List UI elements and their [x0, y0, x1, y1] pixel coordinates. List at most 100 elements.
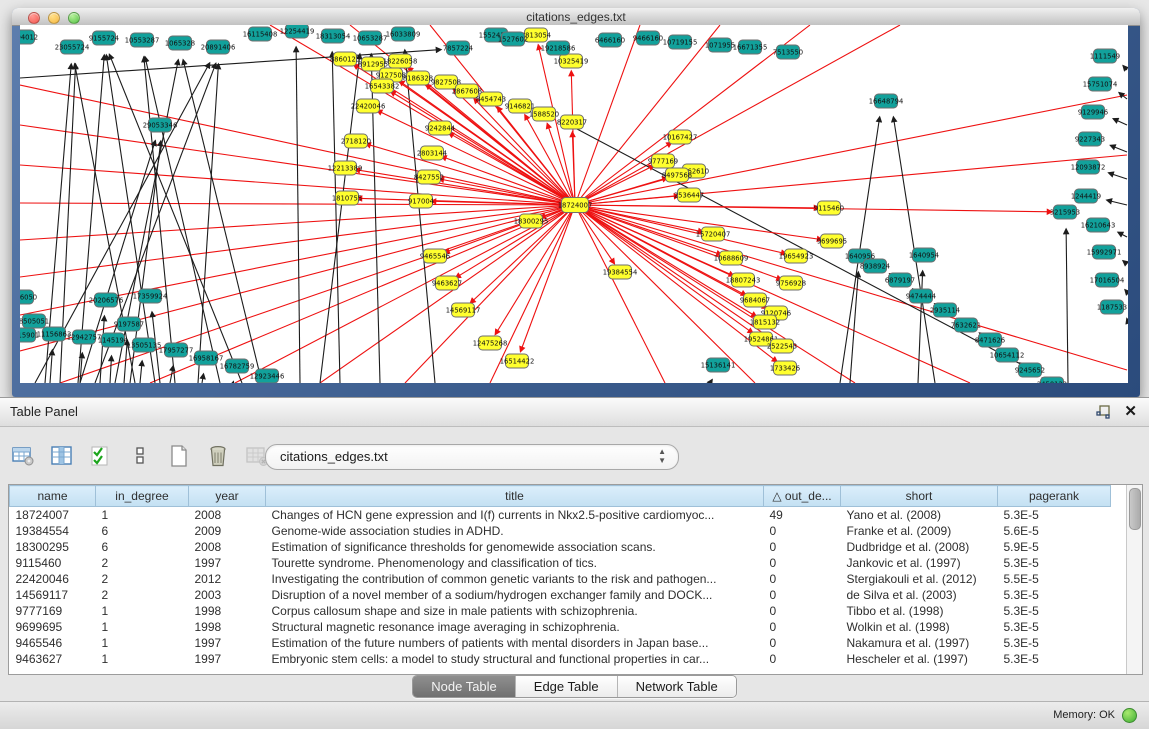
table-row[interactable]: 969969511998Structural magnetic resonanc…	[10, 619, 1111, 635]
network-node[interactable]: 8505051	[20, 314, 49, 328]
network-node[interactable]: 2522543	[767, 339, 797, 353]
network-node[interactable]: 1065328	[165, 36, 195, 50]
network-node[interactable]: 16033809	[386, 27, 421, 41]
column-header-in_degree[interactable]: in_degree	[96, 486, 189, 507]
row-height-icon[interactable]	[127, 443, 153, 469]
network-node[interactable]: 917004	[408, 194, 434, 208]
network-node[interactable]: 15720407	[696, 227, 731, 241]
network-node[interactable]: 1111549	[1090, 49, 1120, 63]
network-node[interactable]: 12923446	[250, 369, 285, 383]
table-panel-header[interactable]: Table Panel ✕	[0, 398, 1149, 427]
network-node[interactable]: 8471626	[975, 333, 1005, 347]
network-node[interactable]: 16115408	[243, 27, 278, 41]
network-node[interactable]: 9777169	[648, 154, 678, 168]
network-node[interactable]: 1640954	[909, 248, 939, 262]
network-node[interactable]: 12475268	[473, 336, 508, 350]
network-node[interactable]: 10325419	[554, 54, 589, 68]
select-columns-icon[interactable]	[88, 443, 114, 469]
delete-icon[interactable]	[205, 443, 231, 469]
network-node[interactable]: 1527602	[498, 32, 528, 46]
show-column-icon[interactable]	[49, 443, 75, 469]
network-node[interactable]: 10553287	[125, 33, 160, 47]
network-node[interactable]: 8186328	[403, 71, 433, 85]
network-node[interactable]: 1145194	[98, 333, 128, 347]
column-header-title[interactable]: title	[266, 486, 764, 507]
network-node[interactable]: 15136141	[701, 358, 736, 372]
network-node[interactable]: 14569117	[446, 303, 481, 317]
network-node[interactable]: 9227343	[1075, 132, 1105, 146]
table-scrollbar[interactable]	[1126, 485, 1142, 674]
network-node[interactable]: 9245652	[1015, 363, 1045, 377]
node-table[interactable]: namein_degreeyeartitle△ out_de...shortpa…	[9, 485, 1111, 667]
network-node[interactable]: 6466160	[595, 33, 625, 47]
network-graph[interactable]: 8860123891295518226058912750881863281654…	[20, 25, 1128, 383]
network-node[interactable]: 9465546	[420, 249, 450, 263]
table-row[interactable]: 946554611997Estimation of the future num…	[10, 635, 1111, 651]
tab-network-table[interactable]: Network Table	[617, 676, 736, 697]
network-node[interactable]: 10167427	[663, 130, 698, 144]
network-node[interactable]: 9756928	[776, 276, 806, 290]
network-node[interactable]: 7513550	[773, 45, 803, 59]
network-node[interactable]: 16958167	[189, 351, 224, 365]
network-node[interactable]: 16671355	[733, 40, 768, 54]
network-node[interactable]: 2536447	[674, 188, 704, 202]
table-row[interactable]: 2242004622012Investigating the contribut…	[10, 571, 1111, 587]
network-node[interactable]: 10688609	[714, 251, 749, 265]
table-row[interactable]: 911546021997Tourette syndrome. Phenomeno…	[10, 555, 1111, 571]
network-node[interactable]: 3215953	[1050, 205, 1080, 219]
float-window-icon[interactable]	[1095, 404, 1111, 420]
network-node[interactable]: 1815132	[750, 315, 780, 329]
table-row[interactable]: 1456911722003Disruption of a novel membe…	[10, 587, 1111, 603]
network-node[interactable]: 8860123	[330, 52, 360, 66]
network-node[interactable]: 9155724	[89, 31, 119, 45]
scrollbar-thumb[interactable]	[1129, 488, 1141, 530]
network-node[interactable]: 15992971	[1087, 245, 1122, 259]
window-titlebar[interactable]: citations_edges.txt	[12, 8, 1140, 26]
network-node[interactable]: 18313054	[316, 29, 351, 43]
column-header-short[interactable]: short	[841, 486, 998, 507]
network-node[interactable]: 1187533	[1097, 300, 1127, 314]
network-node[interactable]: 1694012	[20, 30, 38, 44]
network-node[interactable]: 10719155	[663, 35, 698, 49]
network-node[interactable]: 8938924	[860, 259, 890, 273]
network-node[interactable]: 19384554	[603, 265, 638, 279]
table-mode-icon[interactable]	[10, 443, 36, 469]
network-node[interactable]: 9684067	[740, 293, 770, 307]
network-node[interactable]: 16210643	[1081, 218, 1116, 232]
table-selector-dropdown[interactable]: citations_edges.txt ▲▼	[265, 444, 679, 470]
network-node[interactable]: 16648794	[869, 94, 904, 108]
network-node[interactable]: 12093872	[1071, 160, 1106, 174]
tab-edge-table[interactable]: Edge Table	[515, 676, 617, 697]
tab-node-table[interactable]: Node Table	[413, 676, 515, 697]
column-header-out_degree[interactable]: △ out_de...	[764, 486, 841, 507]
network-node[interactable]: 2626050	[20, 290, 37, 304]
network-node[interactable]: 16782759	[220, 359, 255, 373]
network-node[interactable]: 20891406	[201, 40, 236, 54]
new-table-icon[interactable]	[166, 443, 192, 469]
network-node[interactable]: 8220317	[557, 115, 587, 129]
network-node[interactable]: 1071955	[705, 38, 735, 52]
close-panel-icon[interactable]: ✕	[1124, 402, 1137, 420]
network-node[interactable]: 2803144	[417, 146, 447, 160]
network-node[interactable]: 9463627	[432, 276, 462, 290]
network-node[interactable]: 22420046	[351, 99, 386, 113]
network-node[interactable]: 12254419	[280, 25, 315, 38]
network-node[interactable]: 16514422	[500, 354, 535, 368]
network-node[interactable]: 6879197	[885, 273, 915, 287]
network-node[interactable]: 19218586	[541, 41, 576, 55]
network-node[interactable]: 23055724	[55, 40, 90, 54]
network-node[interactable]: 7632621	[951, 318, 981, 332]
network-node[interactable]: 2450122	[1037, 377, 1067, 383]
network-node[interactable]: 9474444	[906, 289, 936, 303]
column-header-name[interactable]: name	[10, 486, 96, 507]
network-node[interactable]: 1244419	[1071, 189, 1101, 203]
table-row[interactable]: 1872400712008Changes of HCN gene express…	[10, 507, 1111, 524]
network-node[interactable]: 9699695	[817, 234, 847, 248]
network-node[interactable]: 15751074	[1083, 77, 1118, 91]
network-hub-node[interactable]: 18724007	[558, 198, 593, 213]
network-node[interactable]: 12213389	[328, 161, 363, 175]
network-node[interactable]: 1810755	[332, 191, 362, 205]
network-node[interactable]: 2935114	[930, 303, 960, 317]
column-header-year[interactable]: year	[189, 486, 266, 507]
network-node[interactable]: 2718120	[341, 134, 371, 148]
